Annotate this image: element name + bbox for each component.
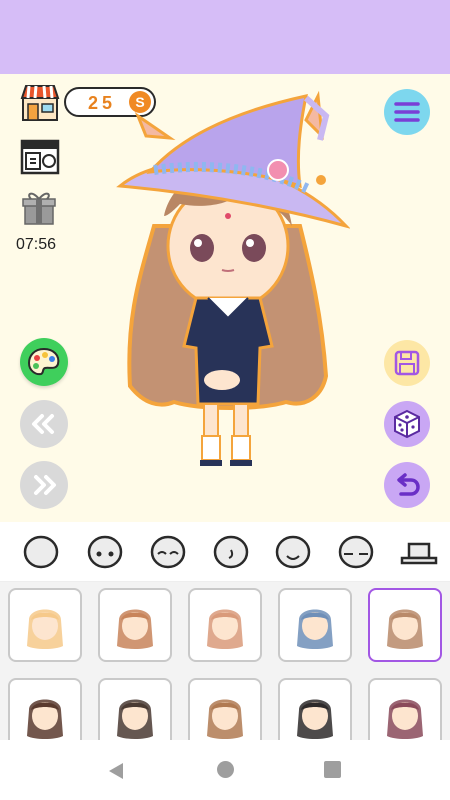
- hair-item-3[interactable]: [278, 588, 352, 662]
- hair-thumbnail-icon: [297, 609, 333, 649]
- next-button[interactable]: [20, 461, 68, 509]
- hair-item-8[interactable]: [278, 678, 352, 740]
- hair-item-7[interactable]: [188, 678, 262, 740]
- hamburger-menu-icon: [394, 102, 420, 122]
- nose-icon[interactable]: [211, 534, 251, 570]
- kitchen-icon[interactable]: [20, 137, 60, 175]
- sleepy-face-icon[interactable]: [336, 534, 376, 570]
- hair-item-4[interactable]: [368, 588, 442, 662]
- hair-thumbnail-icon: [117, 699, 153, 739]
- hair-thumbnail-icon: [207, 609, 243, 649]
- hair-item-2[interactable]: [188, 588, 262, 662]
- double-chevron-right-icon: [34, 475, 56, 495]
- back-icon[interactable]: [107, 761, 125, 781]
- floppy-disk-icon: [394, 350, 420, 376]
- hair-thumbnail-icon: [27, 699, 63, 739]
- previous-button[interactable]: [20, 400, 68, 448]
- undo-button[interactable]: [384, 462, 430, 508]
- undo-icon: [397, 473, 420, 496]
- palette-icon: [27, 347, 60, 376]
- hair-thumbnail-icon: [207, 699, 243, 739]
- hair-thumbnail-icon: [387, 699, 423, 739]
- hair-item-5[interactable]: [8, 678, 82, 740]
- hair-item-6[interactable]: [98, 678, 172, 740]
- face-shape-icon[interactable]: [21, 534, 61, 570]
- palette-button[interactable]: [20, 338, 68, 386]
- gift-timer: 07:56: [16, 236, 57, 253]
- category-bar: [0, 522, 450, 582]
- mouth-icon[interactable]: [273, 534, 313, 570]
- shop-icon[interactable]: [20, 84, 60, 122]
- gift-icon[interactable]: [22, 190, 56, 226]
- hair-thumbnail-icon: [297, 699, 333, 739]
- hair-item-1[interactable]: [98, 588, 172, 662]
- eyes-closed-icon[interactable]: [148, 534, 188, 570]
- menu-button[interactable]: [384, 89, 430, 135]
- dice-icon: [394, 409, 420, 439]
- hair-item-9[interactable]: [368, 678, 442, 740]
- double-chevron-left-icon: [32, 414, 54, 434]
- hair-thumbnail-icon: [117, 609, 153, 649]
- home-icon[interactable]: [217, 761, 234, 778]
- item-grid: [0, 582, 450, 740]
- recent-apps-icon[interactable]: [324, 761, 341, 778]
- hair-thumbnail-icon: [27, 609, 63, 649]
- character-avatar: [116, 90, 350, 466]
- hair-thumbnail-icon: [387, 609, 423, 649]
- eyes-icon[interactable]: [85, 534, 125, 570]
- save-button[interactable]: [384, 340, 430, 386]
- hat-icon[interactable]: [399, 534, 439, 570]
- hair-item-0[interactable]: [8, 588, 82, 662]
- random-button[interactable]: [384, 401, 430, 447]
- top-status-bar: [0, 0, 450, 74]
